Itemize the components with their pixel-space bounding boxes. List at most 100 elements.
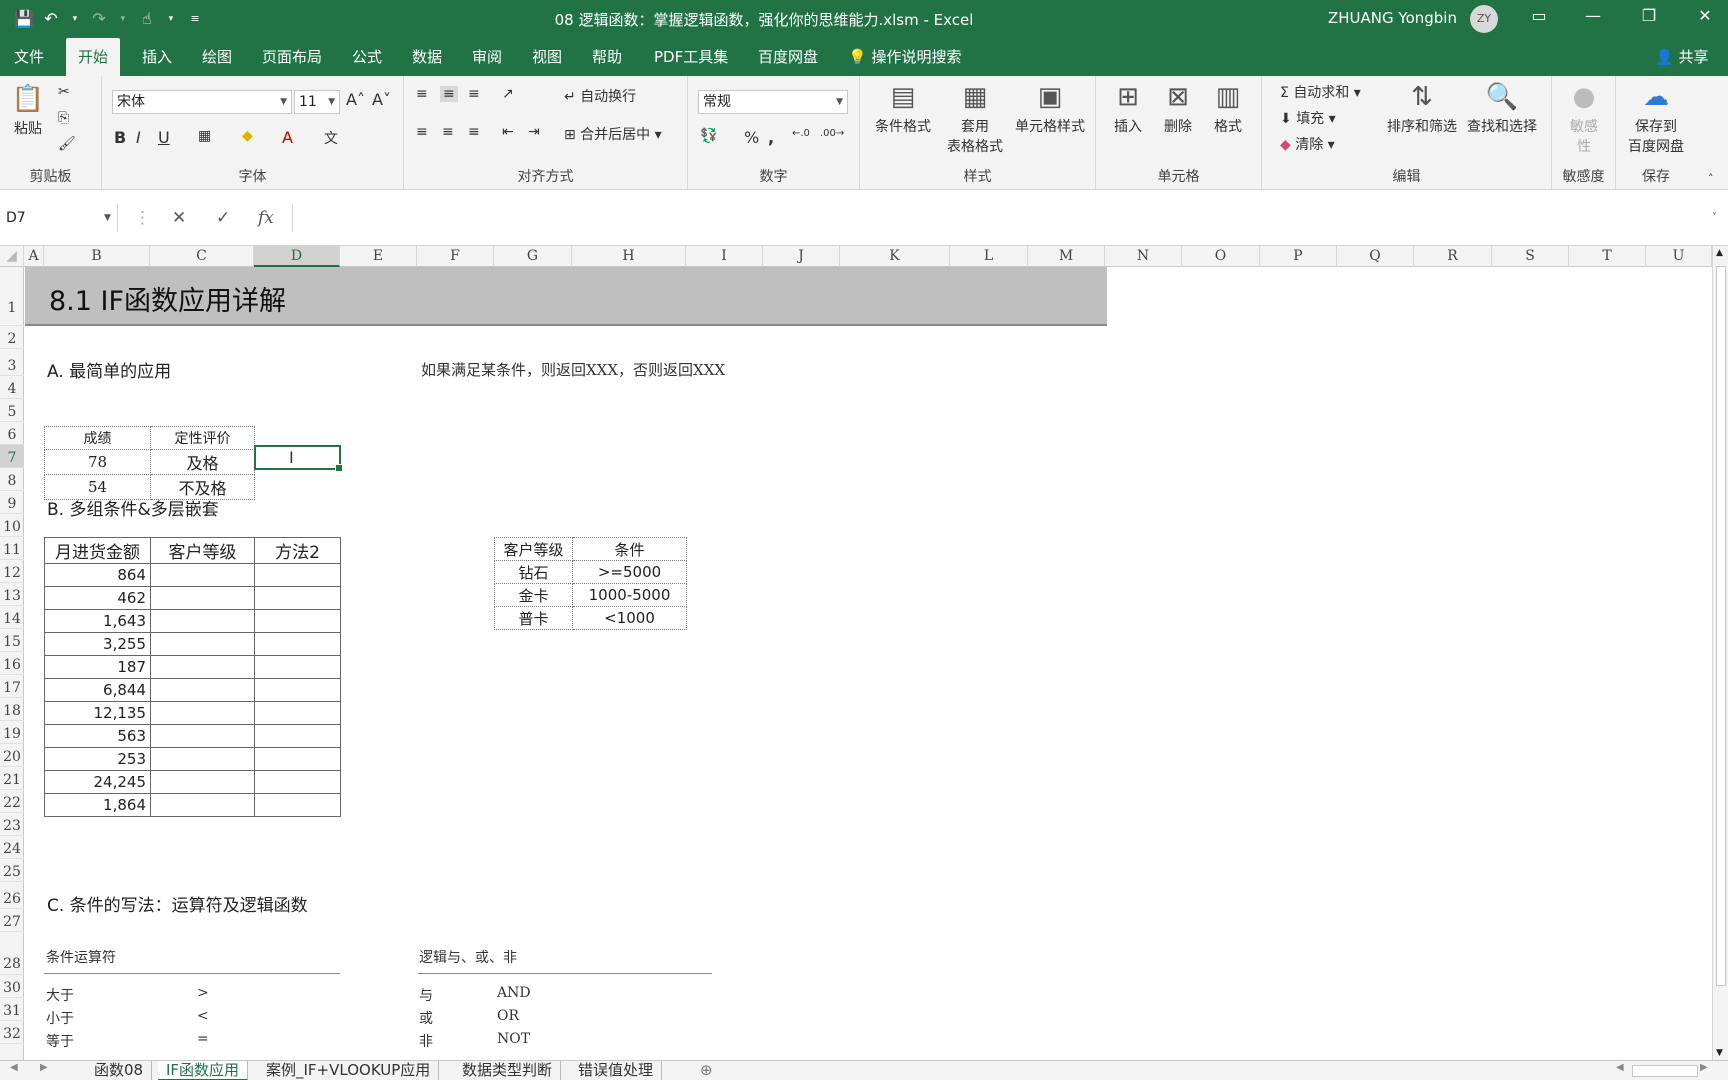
cancel-icon[interactable]: ✕ bbox=[172, 204, 186, 232]
row-header[interactable]: 21 bbox=[0, 767, 24, 790]
table-cell[interactable] bbox=[254, 724, 341, 748]
row-header[interactable]: 24 bbox=[0, 836, 24, 859]
format-painter-icon[interactable]: 🖌 bbox=[58, 136, 76, 152]
table-cell[interactable] bbox=[254, 678, 341, 702]
table-cell[interactable] bbox=[254, 655, 341, 679]
currency-icon[interactable]: 💱 bbox=[700, 128, 717, 144]
tab-file[interactable]: 文件 bbox=[2, 38, 56, 76]
row-header[interactable]: 10 bbox=[0, 514, 24, 537]
column-header[interactable]: M bbox=[1028, 246, 1105, 267]
column-header[interactable]: L bbox=[950, 246, 1028, 267]
row-header[interactable]: 19 bbox=[0, 721, 24, 744]
horizontal-scroll-thumb[interactable] bbox=[1632, 1065, 1698, 1077]
column-header[interactable]: P bbox=[1260, 246, 1337, 267]
bold-button[interactable]: B bbox=[114, 128, 126, 147]
row-header[interactable]: 22 bbox=[0, 790, 24, 813]
decrease-decimal-icon[interactable]: .00→ bbox=[820, 128, 844, 139]
vertical-scrollbar[interactable]: ▲ ▼ bbox=[1712, 246, 1728, 1060]
autosum-button[interactable]: Σ 自动求和 ▾ bbox=[1280, 82, 1361, 102]
table-cell[interactable] bbox=[150, 770, 255, 794]
tab-home[interactable]: 开始 bbox=[66, 38, 121, 76]
table-cell[interactable]: 钻石 bbox=[494, 560, 573, 584]
percent-button[interactable]: % bbox=[744, 128, 759, 147]
tab-baidu-netdisk[interactable]: 百度网盘 bbox=[746, 38, 830, 76]
row-header[interactable]: 12 bbox=[0, 560, 24, 583]
italic-button[interactable]: I bbox=[136, 128, 141, 147]
comma-button[interactable]: , bbox=[768, 128, 774, 147]
table-cell[interactable]: 12,135 bbox=[44, 701, 151, 725]
column-header[interactable]: G bbox=[494, 246, 572, 267]
column-header[interactable]: Q bbox=[1337, 246, 1414, 267]
fill-color-icon[interactable]: ◆ bbox=[242, 128, 253, 144]
sensitivity-button[interactable]: ● 敏感性 bbox=[1562, 80, 1606, 156]
insert-cells-button[interactable]: ⊞ 插入 bbox=[1108, 80, 1148, 136]
tab-insert[interactable]: 插入 bbox=[130, 38, 184, 76]
column-header[interactable]: H bbox=[572, 246, 686, 267]
table-cell[interactable]: 563 bbox=[44, 724, 151, 748]
column-header[interactable]: I bbox=[686, 246, 763, 267]
scroll-right-icon[interactable]: ▶ bbox=[1700, 1062, 1708, 1073]
insert-function-button[interactable]: fx bbox=[258, 204, 274, 232]
table-cell[interactable] bbox=[254, 563, 341, 587]
table-cell[interactable] bbox=[254, 770, 341, 794]
find-select-button[interactable]: 🔍 查找和选择 bbox=[1462, 80, 1542, 136]
row-header[interactable]: 15 bbox=[0, 629, 24, 652]
row-header[interactable]: 28 bbox=[0, 932, 24, 975]
select-all-corner[interactable]: ◢ bbox=[0, 246, 24, 267]
orientation-icon[interactable]: ↗ bbox=[502, 86, 514, 102]
table-cell[interactable] bbox=[254, 793, 341, 817]
scroll-down-icon[interactable]: ▼ bbox=[1716, 1048, 1723, 1058]
table-cell[interactable] bbox=[254, 609, 341, 633]
row-header[interactable]: 31 bbox=[0, 998, 24, 1021]
decrease-indent-icon[interactable]: ⇤ bbox=[502, 124, 514, 140]
sheet-tab[interactable]: 数据类型判断 bbox=[454, 1061, 562, 1080]
column-header[interactable]: A bbox=[24, 246, 44, 267]
table-cell[interactable]: 3,255 bbox=[44, 632, 151, 656]
table-cell[interactable]: <1000 bbox=[572, 606, 687, 630]
namebox-dropdown-icon[interactable]: ▼ bbox=[104, 204, 111, 232]
column-header[interactable]: T bbox=[1569, 246, 1646, 267]
column-header[interactable]: C bbox=[150, 246, 254, 267]
shrink-font-icon[interactable]: A˅ bbox=[372, 90, 391, 109]
row-header[interactable]: 14 bbox=[0, 606, 24, 629]
tab-pdf-tools[interactable]: PDF工具集 bbox=[642, 38, 740, 76]
align-center-icon[interactable]: ≡ bbox=[442, 124, 454, 140]
row-header[interactable]: 23 bbox=[0, 813, 24, 836]
scroll-thumb[interactable] bbox=[1716, 266, 1726, 986]
column-header[interactable]: S bbox=[1492, 246, 1569, 267]
row-header[interactable]: 30 bbox=[0, 975, 24, 998]
table-cell[interactable]: 24,245 bbox=[44, 770, 151, 794]
column-header[interactable]: B bbox=[44, 246, 150, 267]
close-icon[interactable]: ✕ bbox=[1690, 6, 1720, 25]
prev-sheet-icon[interactable]: ◀ bbox=[10, 1062, 18, 1073]
table-cell[interactable]: 1000-5000 bbox=[572, 583, 687, 607]
share-button[interactable]: 👤 共享 bbox=[1655, 38, 1708, 76]
phonetic-icon[interactable]: 文 bbox=[324, 128, 338, 148]
tab-draw[interactable]: 绘图 bbox=[190, 38, 244, 76]
minimize-icon[interactable]: — bbox=[1578, 6, 1608, 25]
add-sheet-icon[interactable]: ⊕ bbox=[700, 1061, 713, 1079]
table-cell[interactable] bbox=[150, 609, 255, 633]
increase-indent-icon[interactable]: ⇥ bbox=[528, 124, 540, 140]
row-header[interactable]: 4 bbox=[0, 376, 24, 399]
collapse-ribbon-icon[interactable]: ˄ bbox=[1708, 172, 1714, 185]
font-name-select[interactable]: 宋体 ▼ bbox=[112, 90, 292, 114]
column-header[interactable]: K bbox=[840, 246, 950, 267]
number-format-select[interactable]: 常规 ▼ bbox=[698, 90, 848, 114]
row-header[interactable]: 7 bbox=[0, 445, 24, 468]
column-header[interactable]: N bbox=[1105, 246, 1182, 267]
table-cell[interactable]: 253 bbox=[44, 747, 151, 771]
scroll-up-icon[interactable]: ▲ bbox=[1716, 248, 1723, 258]
tab-review[interactable]: 审阅 bbox=[460, 38, 514, 76]
sheet-tab[interactable]: 错误值处理 bbox=[570, 1061, 663, 1080]
table-cell[interactable]: 1,643 bbox=[44, 609, 151, 633]
name-box[interactable]: D7 bbox=[0, 204, 118, 232]
sheet-tab[interactable]: IF函数应用 bbox=[158, 1061, 249, 1080]
restore-icon[interactable]: ❐ bbox=[1634, 6, 1664, 25]
table-cell[interactable] bbox=[150, 563, 255, 587]
tab-data[interactable]: 数据 bbox=[400, 38, 454, 76]
align-middle-icon[interactable]: ≡ bbox=[440, 86, 458, 102]
row-header[interactable]: 17 bbox=[0, 675, 24, 698]
column-header[interactable]: D bbox=[254, 246, 340, 267]
table-cell[interactable]: 78 bbox=[44, 449, 151, 475]
